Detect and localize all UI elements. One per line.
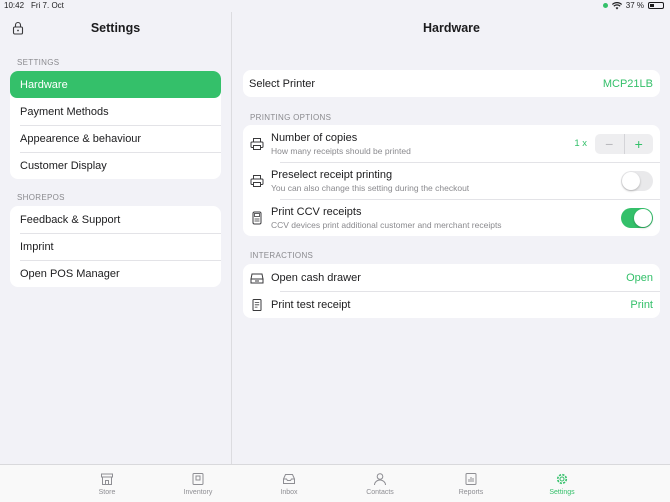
battery-fill bbox=[650, 4, 654, 7]
increment-button[interactable]: + bbox=[625, 134, 654, 154]
tab-label: Contacts bbox=[366, 489, 394, 496]
sidebar-item-payment-methods[interactable]: Payment Methods bbox=[10, 98, 221, 125]
tab-store[interactable]: Store bbox=[77, 472, 137, 496]
printer-value[interactable]: MCP21LB bbox=[603, 78, 653, 90]
contacts-icon bbox=[374, 473, 386, 486]
sidebar-header: Settings bbox=[0, 12, 231, 44]
wifi-icon bbox=[611, 1, 622, 9]
sidebar-item-label: Imprint bbox=[20, 240, 54, 253]
cash-drawer-row: Open cash drawer Open bbox=[243, 264, 660, 291]
sidebar-item-customer-display[interactable]: Customer Display bbox=[10, 152, 221, 179]
tab-label: Store bbox=[98, 489, 116, 496]
inbox-icon bbox=[283, 474, 295, 484]
sidebar-item-label: Customer Display bbox=[20, 159, 107, 172]
ccv-subtitle: CCV devices print additional customer an… bbox=[271, 219, 502, 230]
tab-bar: Store Inventory Inbox Contacts Reports S… bbox=[0, 464, 670, 502]
toggle-knob bbox=[622, 171, 640, 190]
status-date: Fri 7. Oct bbox=[31, 1, 64, 10]
store-icon bbox=[101, 473, 113, 485]
ccv-row: Print CCV receipts CCV devices print add… bbox=[243, 199, 660, 236]
camera-indicator-icon bbox=[602, 3, 608, 8]
sidebar-item-label: Hardware bbox=[20, 78, 68, 91]
settings-group: Hardware Payment Methods Appearence & be… bbox=[10, 71, 221, 179]
tab-label: Reports bbox=[458, 489, 484, 496]
card-terminal-icon bbox=[252, 211, 262, 224]
preselect-subtitle: You can also change this setting during … bbox=[271, 182, 470, 193]
print-test-receipt-button[interactable]: Print bbox=[630, 299, 653, 311]
cash-drawer-title: Open cash drawer bbox=[271, 271, 361, 284]
sidebar: Settings SETTINGS Hardware Payment Metho… bbox=[0, 12, 232, 464]
preselect-title: Preselect receipt printing bbox=[271, 168, 393, 181]
status-right: 37 % bbox=[602, 1, 664, 10]
select-printer-row[interactable]: Select Printer MCP21LB bbox=[243, 70, 660, 97]
printer-icon bbox=[250, 174, 264, 187]
receipt-icon bbox=[252, 298, 262, 311]
reports-icon bbox=[465, 473, 477, 485]
quantity-stepper: − + bbox=[595, 133, 654, 154]
gear-icon bbox=[556, 473, 568, 485]
tab-contacts[interactable]: Contacts bbox=[350, 472, 410, 496]
ccv-title: Print CCV receipts bbox=[271, 205, 362, 218]
copies-title: Number of copies bbox=[271, 131, 358, 144]
preselect-text: Preselect receipt printing You can also … bbox=[271, 169, 621, 193]
printer-card: Select Printer MCP21LB bbox=[243, 70, 660, 97]
sidebar-item-label: Appearence & behaviour bbox=[20, 132, 142, 145]
printer-icon bbox=[250, 137, 264, 150]
section-label-settings: SETTINGS bbox=[17, 58, 60, 67]
sidebar-title: Settings bbox=[90, 21, 141, 35]
sidebar-item-open-pos-manager[interactable]: Open POS Manager bbox=[10, 260, 221, 287]
cash-drawer-icon bbox=[250, 273, 264, 283]
decrement-button[interactable]: − bbox=[595, 133, 625, 154]
section-label-shorepos: SHOREPOS bbox=[17, 193, 65, 202]
shorepos-group: Feedback & Support Imprint Open POS Mana… bbox=[10, 206, 221, 287]
battery-icon bbox=[648, 2, 664, 9]
test-receipt-row: Print test receipt Print bbox=[243, 291, 660, 318]
printing-options-card: Number of copies How many receipts shoul… bbox=[243, 125, 660, 236]
tab-inventory[interactable]: Inventory bbox=[168, 472, 228, 496]
tab-label: Settings bbox=[549, 489, 575, 496]
tab-settings[interactable]: Settings bbox=[532, 472, 592, 496]
sidebar-item-label: Payment Methods bbox=[20, 105, 109, 118]
sidebar-item-appearance[interactable]: Appearence & behaviour bbox=[10, 125, 221, 152]
preselect-toggle[interactable] bbox=[621, 170, 653, 191]
test-receipt-title: Print test receipt bbox=[271, 298, 351, 311]
interactions-card: Open cash drawer Open Print test receipt… bbox=[243, 264, 660, 318]
tab-reports[interactable]: Reports bbox=[441, 472, 501, 496]
inventory-icon bbox=[192, 473, 204, 485]
select-printer-label: Select Printer bbox=[249, 77, 316, 90]
toggle-knob bbox=[634, 208, 652, 227]
sidebar-item-label: Feedback & Support bbox=[20, 213, 121, 226]
main-panel: Hardware Select Printer MCP21LB PRINTING… bbox=[233, 12, 670, 464]
tab-label: Inbox bbox=[280, 489, 298, 496]
copies-stepper: 1 x − + bbox=[574, 133, 654, 154]
sidebar-item-feedback-support[interactable]: Feedback & Support bbox=[10, 206, 221, 233]
copies-row: Number of copies How many receipts shoul… bbox=[243, 125, 660, 162]
battery-percent: 37 % bbox=[625, 1, 644, 10]
sidebar-item-imprint[interactable]: Imprint bbox=[10, 233, 221, 260]
copies-text: Number of copies How many receipts shoul… bbox=[271, 132, 574, 156]
sidebar-item-label: Open POS Manager bbox=[20, 267, 120, 280]
status-bar: 10:42 Fri 7. Oct 37 % bbox=[0, 0, 670, 12]
preselect-row: Preselect receipt printing You can also … bbox=[243, 162, 660, 199]
page-title: Hardware bbox=[423, 21, 480, 35]
ccv-toggle[interactable] bbox=[621, 207, 653, 228]
sidebar-item-hardware[interactable]: Hardware bbox=[10, 71, 221, 98]
status-time: 10:42 bbox=[4, 1, 25, 10]
copies-subtitle: How many receipts should be printed bbox=[271, 145, 411, 156]
ccv-text: Print CCV receipts CCV devices print add… bbox=[271, 206, 621, 230]
interactions-label: INTERACTIONS bbox=[250, 251, 314, 260]
tab-label: Inventory bbox=[183, 489, 213, 496]
tab-inbox[interactable]: Inbox bbox=[259, 472, 319, 496]
open-cash-drawer-button[interactable]: Open bbox=[626, 272, 653, 284]
copies-count: 1 x bbox=[574, 138, 587, 149]
printing-options-label: PRINTING OPTIONS bbox=[250, 113, 332, 122]
